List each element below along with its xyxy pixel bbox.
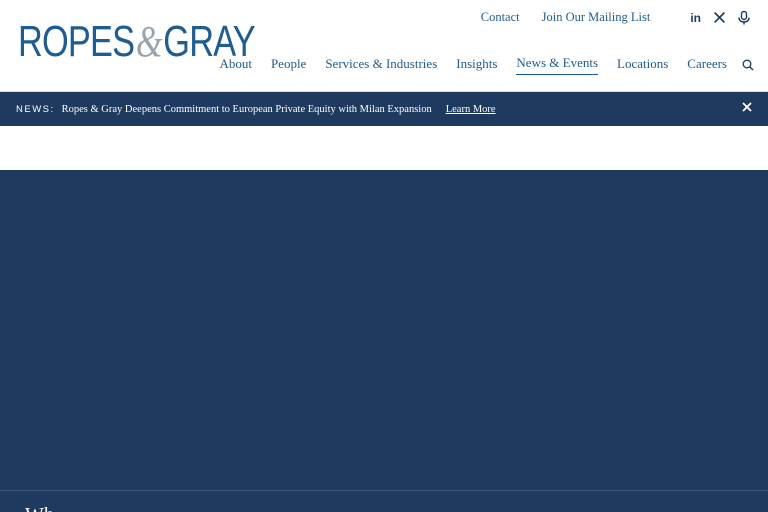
close-icon[interactable] xyxy=(740,100,754,117)
news-banner: NEWS: Ropes & Gray Deepens Commitment to… xyxy=(0,92,768,126)
search-icon[interactable] xyxy=(742,59,754,71)
nav-item-about[interactable]: About xyxy=(219,56,252,75)
contact-link[interactable]: Contact xyxy=(481,10,520,25)
podcast-microphone-icon[interactable] xyxy=(738,10,750,25)
site-header: ROPES & GRAY Contact Join Our Mailing Li… xyxy=(0,0,768,92)
hero-divider xyxy=(0,490,768,491)
social-links: in xyxy=(678,10,750,25)
linkedin-icon[interactable]: in xyxy=(690,11,701,25)
utility-nav: Contact Join Our Mailing List in xyxy=(459,10,750,25)
nav-item-insights[interactable]: Insights xyxy=(456,56,497,75)
nav-item-services-industries[interactable]: Services & Industries xyxy=(325,56,437,75)
hero-section: Wh xyxy=(0,170,768,512)
nav-item-careers[interactable]: Careers xyxy=(687,56,727,75)
logo-ampersand: & xyxy=(135,17,163,66)
nav-item-locations[interactable]: Locations xyxy=(617,56,668,75)
logo-text-left: ROPES xyxy=(18,17,135,66)
main-nav: About People Services & Industries Insig… xyxy=(200,55,754,75)
news-headline: Ropes & Gray Deepens Commitment to Europ… xyxy=(61,103,432,115)
news-tag: NEWS: xyxy=(16,103,55,115)
mailing-list-link[interactable]: Join Our Mailing List xyxy=(542,10,651,25)
x-twitter-icon[interactable] xyxy=(713,11,726,24)
nav-item-news-events[interactable]: News & Events xyxy=(516,55,599,75)
learn-more-link[interactable]: Learn More xyxy=(446,104,496,115)
hero-title: Wh xyxy=(25,504,54,512)
nav-item-people[interactable]: People xyxy=(271,56,306,75)
